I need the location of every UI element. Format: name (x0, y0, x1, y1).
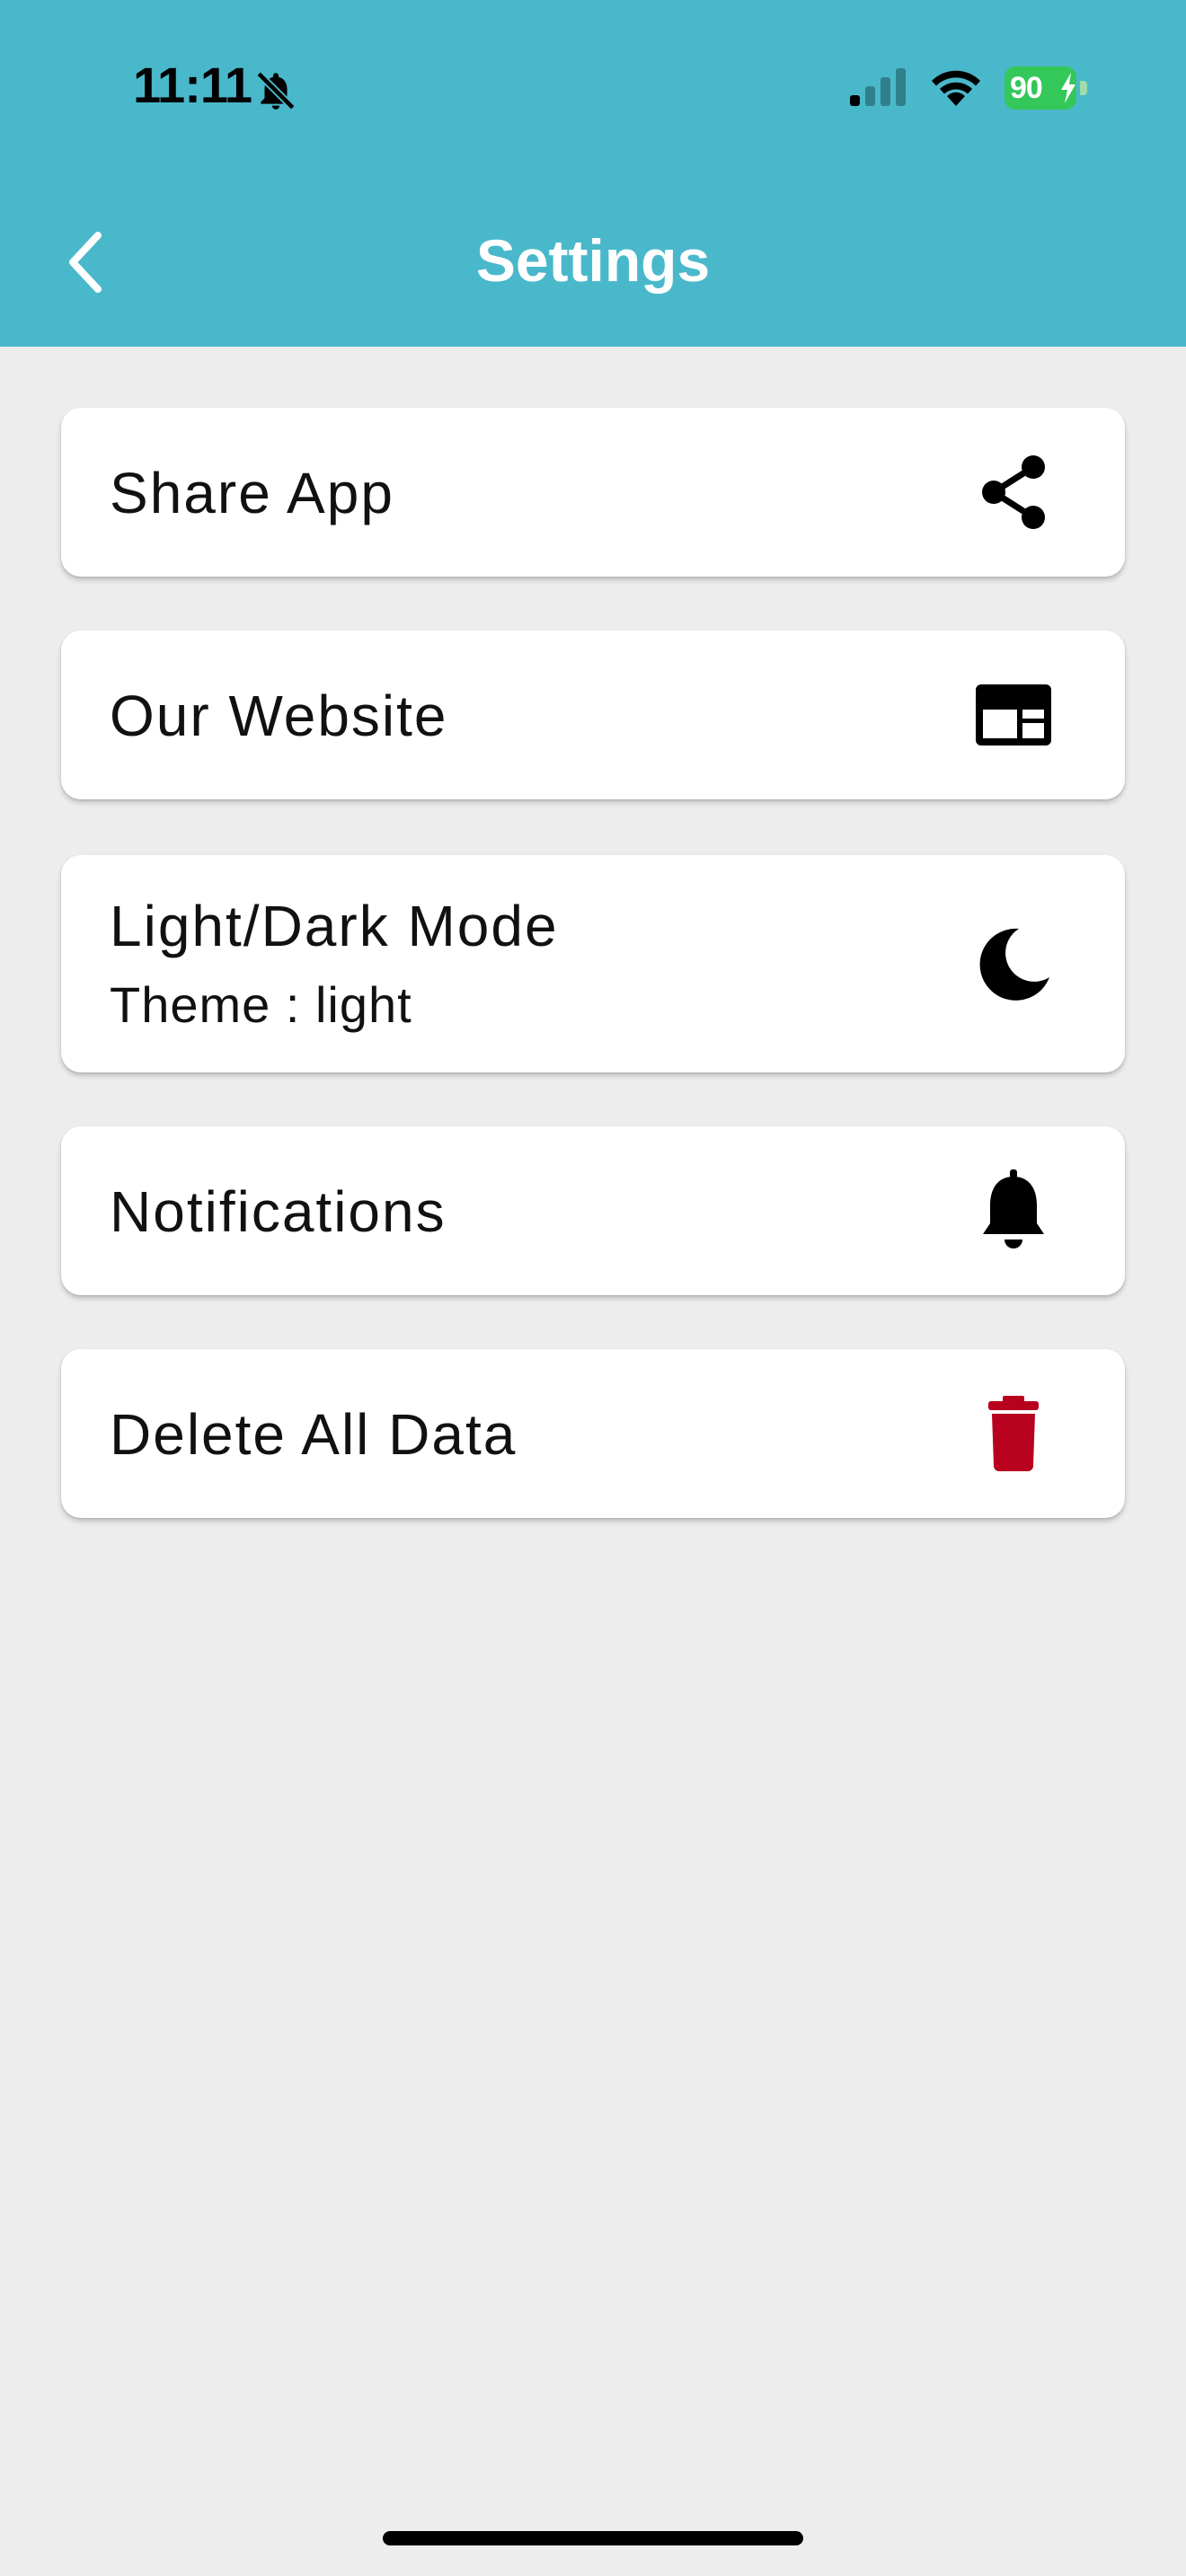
website-icon (976, 684, 1051, 745)
moon-icon (979, 928, 1049, 1001)
trash-icon (988, 1396, 1039, 1471)
share-app-label: Share App (110, 461, 394, 525)
home-indicator[interactable] (383, 2531, 803, 2545)
light-dark-mode-label: Light/Dark Mode (110, 894, 559, 958)
light-dark-mode-item[interactable]: Light/Dark Mode Theme : light (61, 855, 1125, 1072)
notifications-label: Notifications (110, 1179, 447, 1244)
bell-icon (983, 1169, 1044, 1248)
status-time: 11:11 (133, 57, 252, 113)
our-website-label: Our Website (110, 684, 448, 748)
theme-value: Theme : light (110, 976, 412, 1033)
page-title: Settings (475, 227, 711, 294)
charging-bolt-icon (1061, 73, 1075, 103)
share-app-item[interactable]: Share App (61, 408, 1125, 577)
delete-all-data-label: Delete All Data (110, 1402, 518, 1467)
cellular-signal-icon (850, 68, 906, 106)
app-bar: 11:11 90 Settings (0, 0, 1186, 347)
bell-off-icon (256, 71, 296, 110)
battery-level: 90 (1010, 70, 1043, 105)
notifications-item[interactable]: Notifications (61, 1126, 1125, 1295)
battery-charging-icon: 90 (1005, 66, 1089, 110)
share-icon (982, 455, 1045, 529)
our-website-item[interactable]: Our Website (61, 631, 1125, 799)
delete-all-data-item[interactable]: Delete All Data (61, 1349, 1125, 1518)
wifi-icon (932, 70, 980, 106)
